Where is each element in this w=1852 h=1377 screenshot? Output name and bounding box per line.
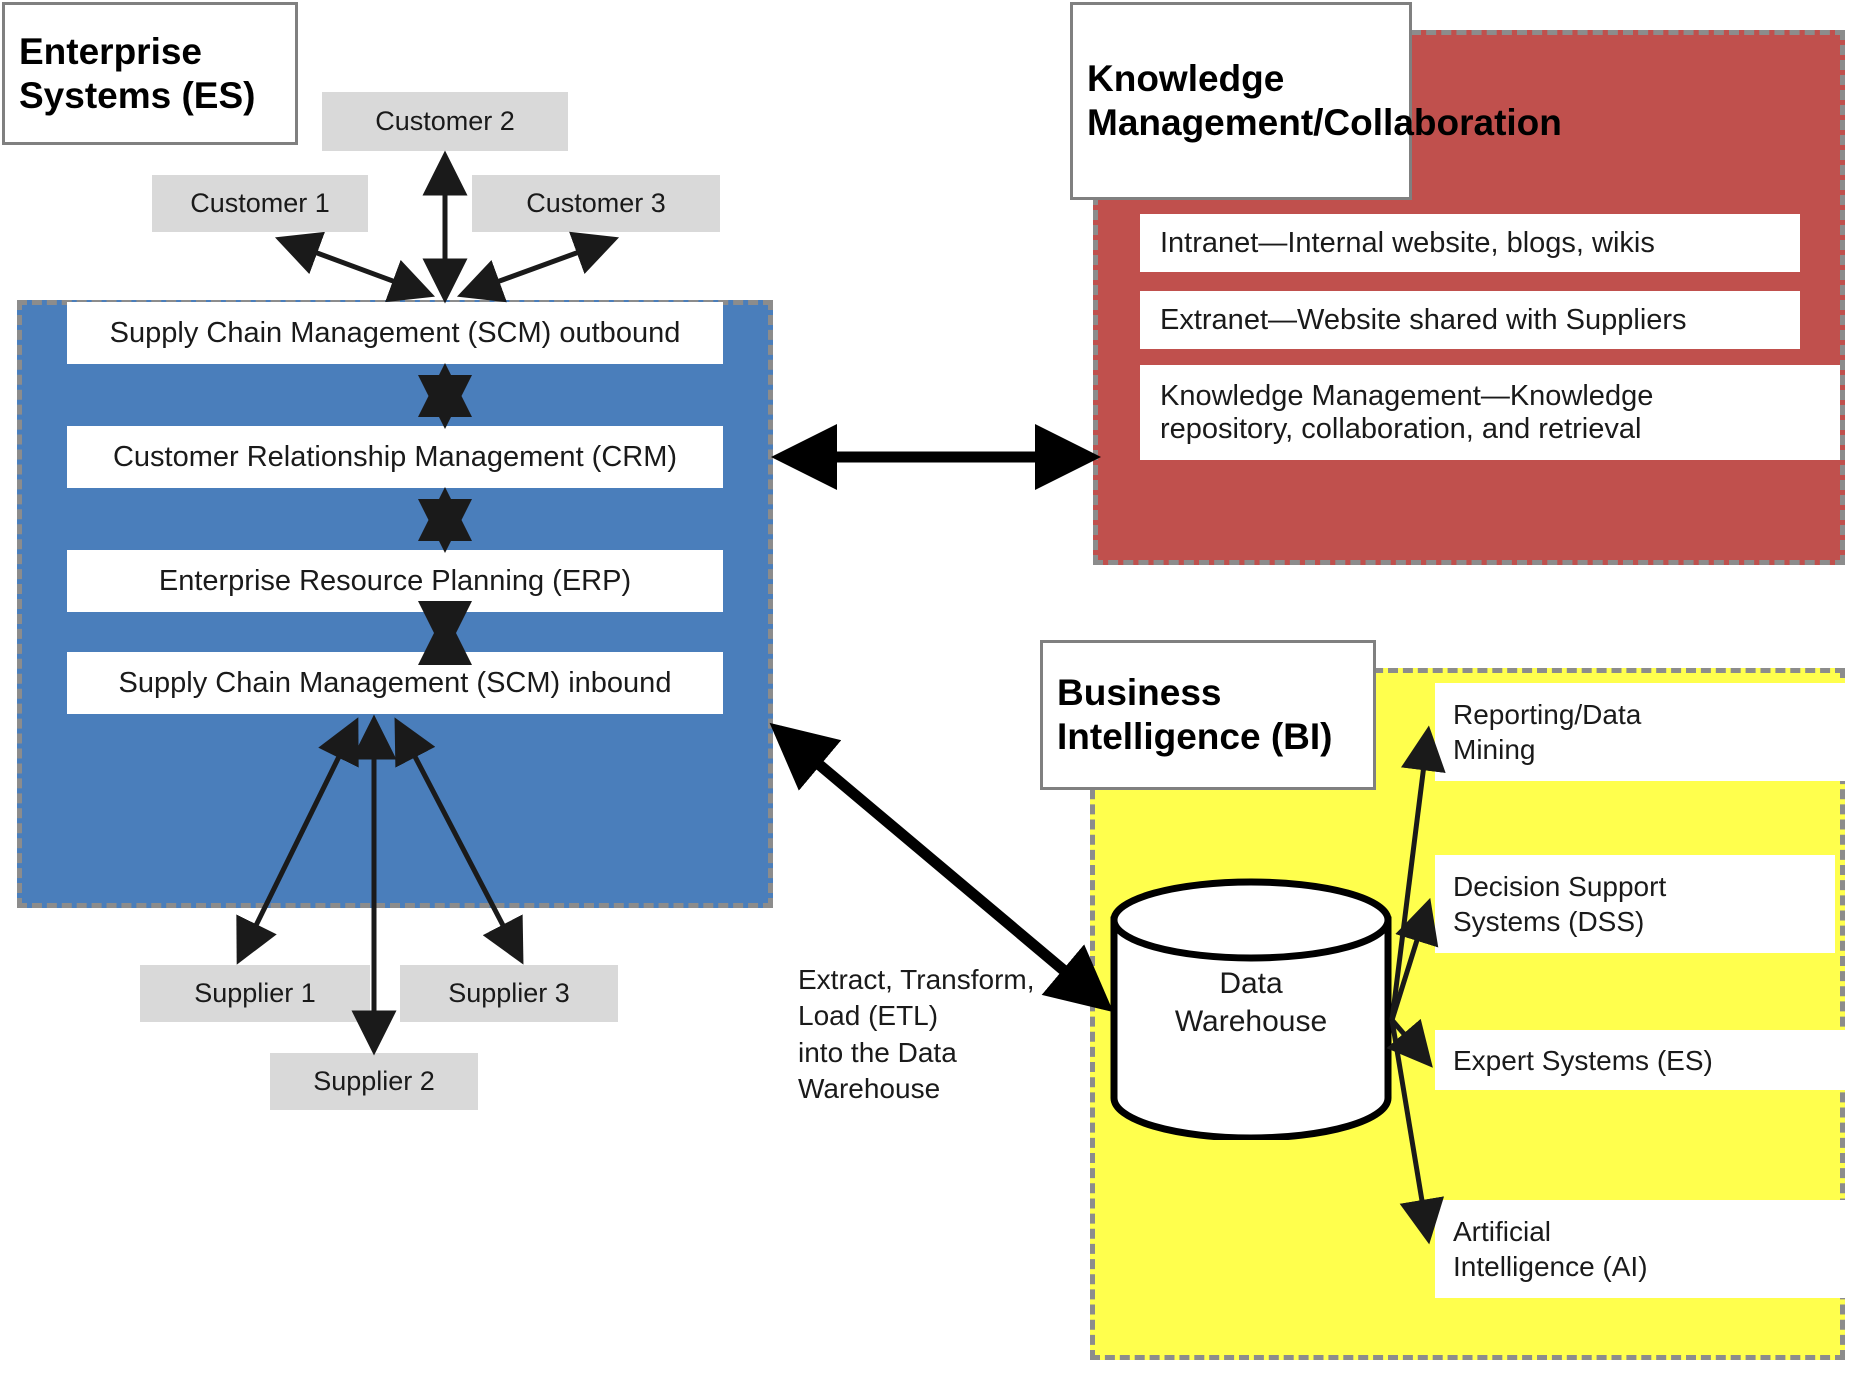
data-warehouse-label-line1: Data xyxy=(1219,967,1283,1000)
es-component-scm-inbound: Supply Chain Management (SCM) inbound xyxy=(67,652,723,714)
customer-3-label: Customer 3 xyxy=(526,188,666,218)
diagram-canvas: Customer 2 Customer 1 Customer 3 Supply … xyxy=(0,0,1852,1377)
etl-note: Extract, Transform, Load (ETL) into the … xyxy=(798,962,1048,1108)
es-component-label: Supply Chain Management (SCM) inbound xyxy=(118,666,672,699)
customer-1-box: Customer 1 xyxy=(152,175,368,232)
es-component-scm-outbound: Supply Chain Management (SCM) outbound xyxy=(67,302,723,364)
customer-2-label: Customer 2 xyxy=(375,106,515,136)
supplier-2-label: Supplier 2 xyxy=(313,1066,435,1096)
etl-note-line3: into the Data xyxy=(798,1036,957,1068)
es-component-crm: Customer Relationship Management (CRM) xyxy=(67,426,723,488)
km-component-extranet: Extranet—Website shared with Suppliers xyxy=(1140,291,1800,349)
customer-1-label: Customer 1 xyxy=(190,188,330,218)
etl-note-line1: Extract, Transform, xyxy=(798,964,1035,995)
knowledge-management-title-box: Knowledge Management/Collaboration xyxy=(1070,2,1562,200)
bi-component-decision-support-systems: Decision Support Systems (DSS) xyxy=(1435,855,1835,953)
supplier-3-label: Supplier 3 xyxy=(448,978,570,1008)
business-intelligence-title-box: Business Intelligence (BI) xyxy=(1040,640,1376,790)
enterprise-systems-title-box: Enterprise Systems (ES) xyxy=(2,2,298,145)
arrow-customer3-scm-outbound xyxy=(456,231,620,303)
customer-3-box: Customer 3 xyxy=(472,175,720,232)
bi-component-label-line1: Reporting/Data xyxy=(1453,699,1642,730)
knowledge-management-title: Knowledge Management/Collaboration xyxy=(1087,58,1562,143)
etl-note-line4: Warehouse xyxy=(798,1073,941,1105)
es-component-erp: Enterprise Resource Planning (ERP) xyxy=(67,550,723,612)
km-component-label: Extranet—Website shared with Suppliers xyxy=(1160,303,1687,336)
bi-component-artificial-intelligence: Artificial Intelligence (AI) xyxy=(1435,1200,1845,1298)
km-component-label-line2: repository, collaboration, and retrieval xyxy=(1160,412,1642,445)
data-warehouse-label-line2: Warehouse xyxy=(1174,1005,1328,1039)
bi-component-label-line2: Systems (DSS) xyxy=(1453,906,1645,937)
data-warehouse-label: Data Warehouse xyxy=(1110,965,1392,1042)
supplier-1-label: Supplier 1 xyxy=(194,978,316,1008)
km-component-intranet: Intranet—Internal website, blogs, wikis xyxy=(1140,214,1800,272)
supplier-1-box: Supplier 1 xyxy=(140,965,370,1022)
enterprise-systems-title: Enterprise Systems (ES) xyxy=(19,30,256,116)
km-component-knowledge-management: Knowledge Management—Knowledge repositor… xyxy=(1140,365,1840,460)
km-component-label-line1: Knowledge Management—Knowledge xyxy=(1160,379,1654,412)
etl-note-line2: Load (ETL) xyxy=(798,1000,939,1032)
business-intelligence-title: Business Intelligence (BI) xyxy=(1057,672,1333,757)
arrow-customer1-scm-outbound xyxy=(274,231,436,303)
es-component-label: Enterprise Resource Planning (ERP) xyxy=(158,564,632,597)
es-component-label: Customer Relationship Management (CRM) xyxy=(112,440,678,473)
bi-component-label-line1: Expert Systems (ES) xyxy=(1453,1044,1713,1076)
bi-component-reporting-data-mining: Reporting/Data Mining xyxy=(1435,683,1845,781)
bi-component-label-line1: Decision Support xyxy=(1453,871,1667,902)
bi-component-expert-systems: Expert Systems (ES) xyxy=(1435,1030,1845,1090)
bi-component-label-line1: Artificial xyxy=(1453,1216,1552,1247)
bi-component-label-line2: Intelligence (AI) xyxy=(1453,1251,1648,1282)
supplier-3-box: Supplier 3 xyxy=(400,965,618,1022)
customer-2-box: Customer 2 xyxy=(322,92,568,151)
km-component-label: Intranet—Internal website, blogs, wikis xyxy=(1160,226,1655,259)
es-component-label: Supply Chain Management (SCM) outbound xyxy=(109,316,681,349)
bi-component-label-line2: Mining xyxy=(1453,734,1536,765)
supplier-2-box: Supplier 2 xyxy=(270,1053,478,1110)
